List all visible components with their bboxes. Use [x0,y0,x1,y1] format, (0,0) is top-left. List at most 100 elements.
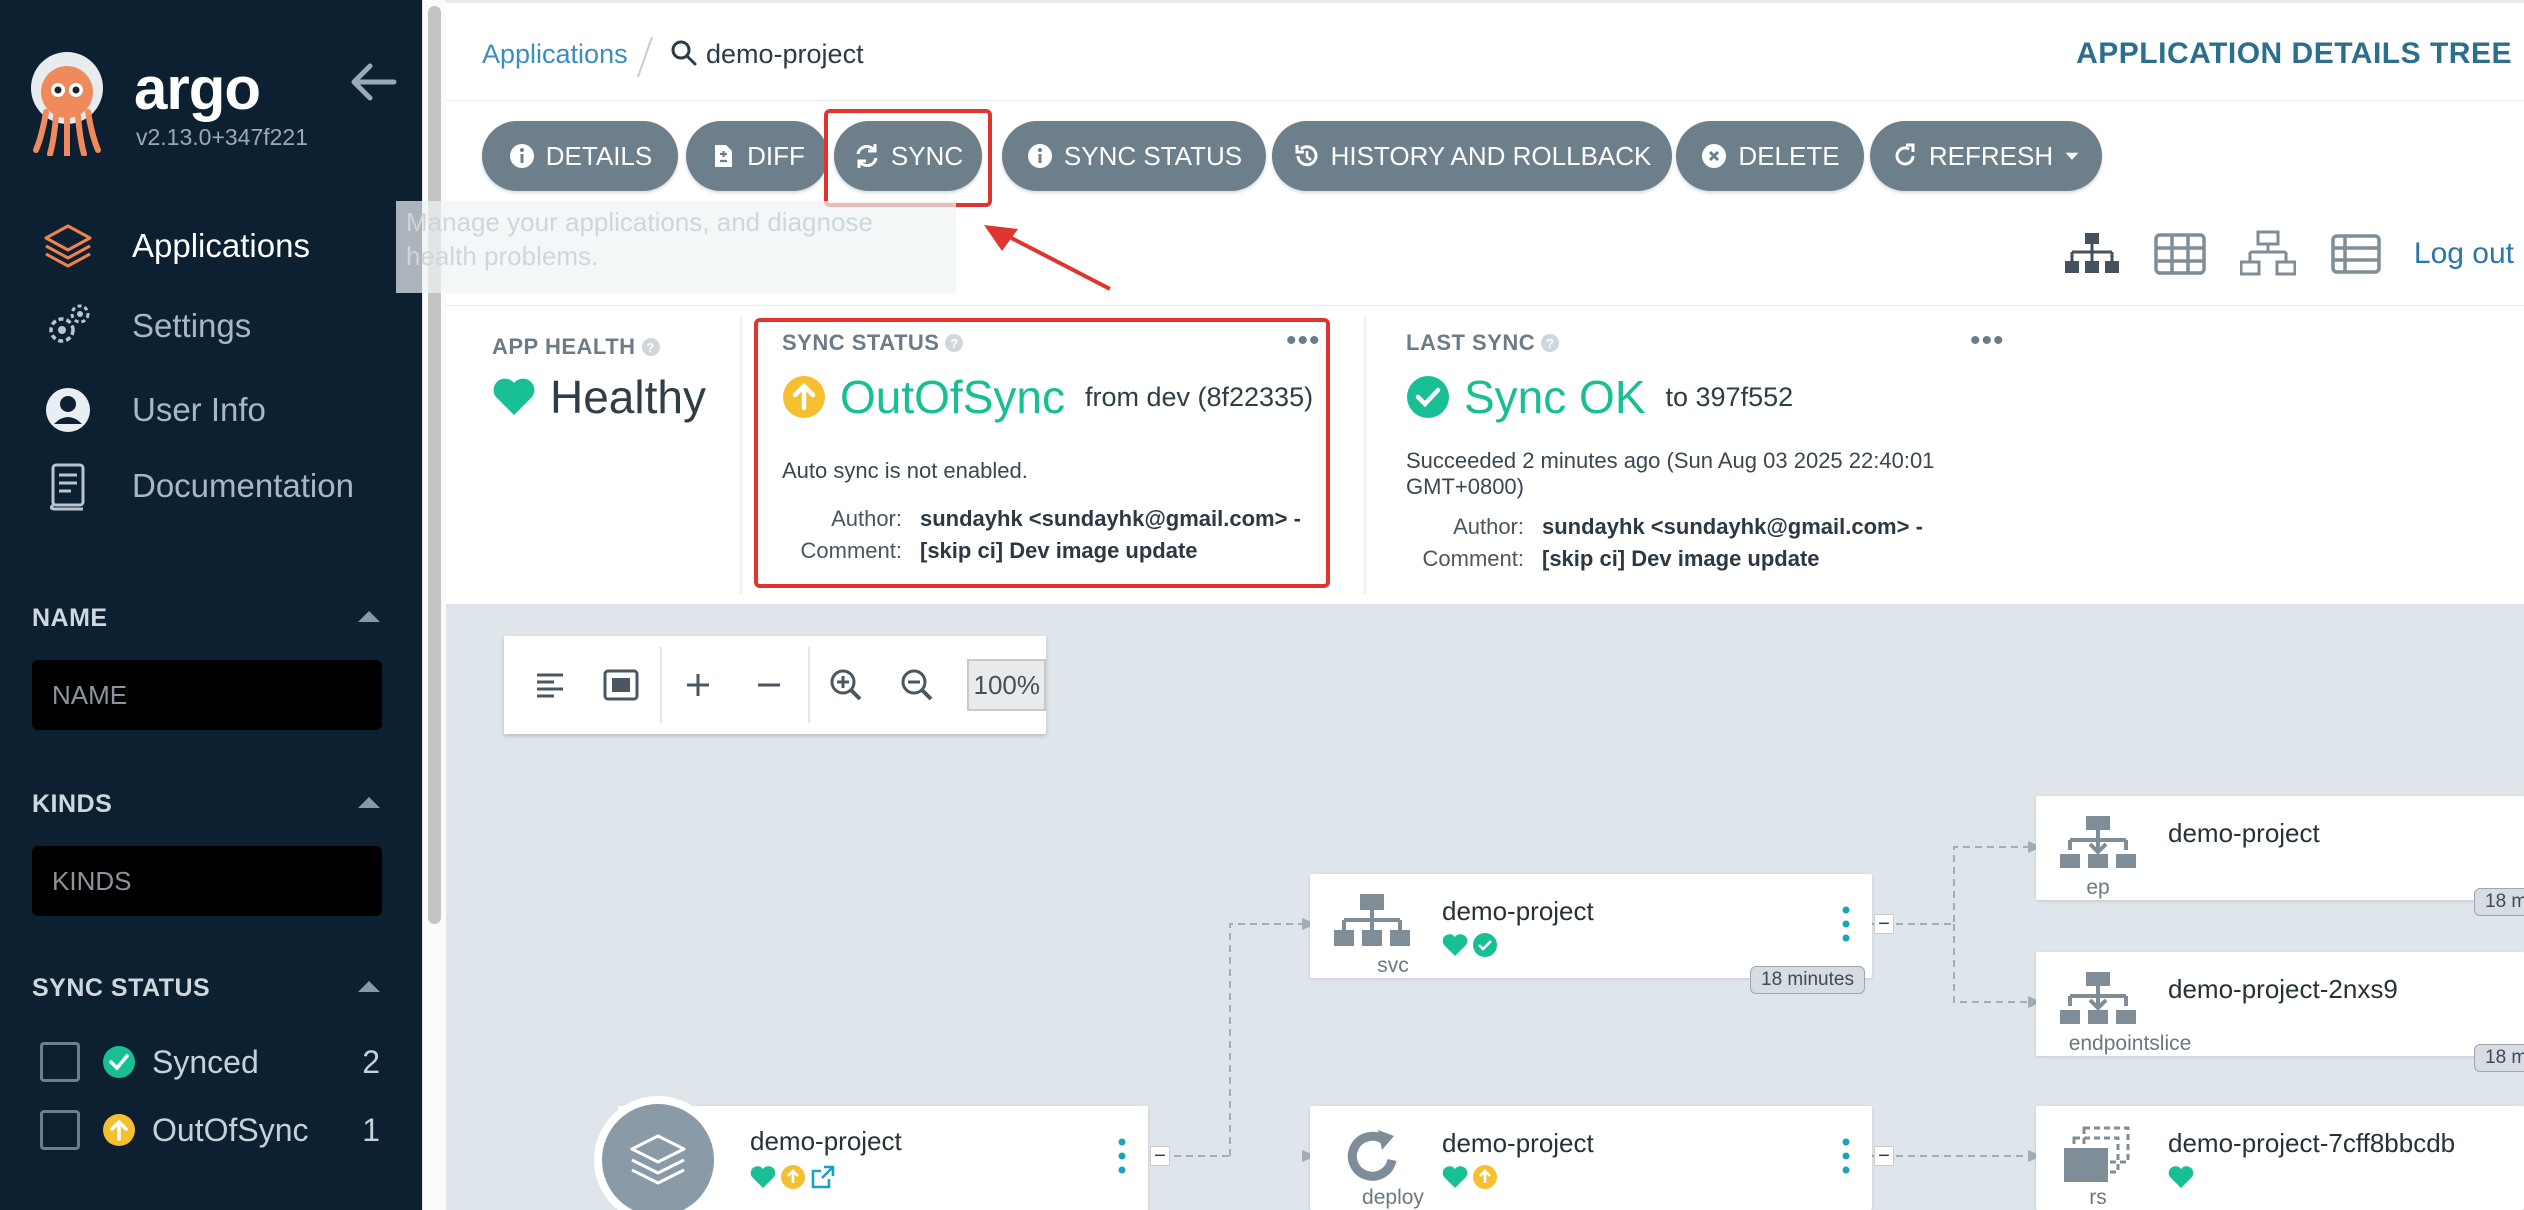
list-icon [2331,234,2381,274]
nav-documentation-label: Documentation [132,467,354,504]
argo-octopus-logo [31,52,103,156]
nav-documentation[interactable]: Documentation [40,456,400,516]
gears-icon [49,304,90,343]
tree-view-button[interactable] [2062,229,2122,279]
list-view-button[interactable] [2326,229,2386,279]
kinds-filter-input[interactable] [32,846,382,916]
node-collapse-button[interactable]: − [1150,1145,1170,1167]
sync-to-revision: to 397f552 [1665,381,1794,412]
annotation-arrow [984,225,1111,291]
filter-kinds-title: KINDS [32,790,113,818]
check-circle-icon [103,1046,135,1078]
app-root-node[interactable]: demo-project − [594,1096,1170,1210]
last-sync-title-text: LAST SYNC [1406,330,1536,355]
rs-kind: rs [2089,1186,2107,1209]
nav-user-info[interactable]: User Info [40,380,400,440]
replicaset-icon [2064,1126,2130,1182]
external-link-icon[interactable] [810,1164,836,1190]
scrollbar-thumb[interactable] [428,6,441,924]
app-health-title: APP HEALTH? [492,334,660,360]
last-sync-title: LAST SYNC? [1406,330,1560,356]
sidebar: argo v2.13.0+347f221 Applications Settin… [0,0,422,1210]
outofsync-count: 1 [362,1111,380,1148]
refresh-button[interactable]: REFRESH [1870,121,2102,191]
ep-node[interactable]: ep demo-project [2036,796,2524,900]
top-bar: Applications demo-project APPLICATION DE… [446,0,2524,100]
filter-name-title: NAME [32,604,108,632]
sitemap-icon [2064,233,2119,273]
deploy-node[interactable]: deploy demo-project − [1310,1106,1894,1210]
resource-tree-canvas[interactable]: 100% demo-project − svc demo-project − 1… [446,604,2524,1210]
filter-sync-status-title: SYNC STATUS [32,974,211,1002]
logout-link[interactable]: Log out [2414,237,2514,271]
last-sync-author-row: Author: sundayhk <sundayhk@gmail.com> - [1406,514,1923,540]
outofsync-checkbox[interactable] [40,1110,80,1150]
last-sync-more-icon[interactable]: ••• [1970,324,2005,358]
nav-applications[interactable]: Applications [40,216,400,276]
user-circle-icon [46,388,90,432]
node-menu-icon[interactable] [1842,906,1850,942]
help-icon[interactable]: ? [1541,334,1560,352]
status-panel: APP HEALTH? Healthy SYNC STATUS? ••• Out… [446,305,2524,603]
synced-count: 2 [362,1043,380,1080]
endpointslice-name: demo-project-2nxs9 [2168,974,2398,1004]
sync-status-button-label: SYNC STATUS [1063,140,1243,171]
collapse-caret-icon[interactable] [356,794,382,810]
help-icon[interactable]: ? [641,338,660,356]
rs-name: demo-project-7cff8bbcdb [2168,1128,2456,1158]
pods-view-button[interactable] [2150,229,2210,279]
node-menu-icon[interactable] [1842,1138,1850,1174]
delete-button-label: DELETE [1738,140,1840,171]
nav-settings-label: Settings [132,307,252,344]
node-menu-icon[interactable] [1118,1138,1126,1174]
outofsync-label: OutOfSync [152,1111,309,1148]
main-content: Applications demo-project APPLICATION DE… [396,0,2524,1210]
last-sync-value: Sync OK to 397f552 [1406,370,1793,424]
sidebar-scrollbar[interactable] [422,0,446,1210]
rs-node[interactable]: rs demo-project-7cff8bbcdb [2036,1106,2524,1210]
service-icon [1334,894,1410,946]
collapse-caret-icon[interactable] [356,978,382,994]
endpointslice-node[interactable]: endpointslice demo-project-2nxs9 [2036,952,2524,1056]
heart-icon [750,1166,776,1188]
breadcrumb-applications[interactable]: Applications [482,39,628,70]
history-rollback-button[interactable]: HISTORY AND ROLLBACK [1272,121,1672,191]
collapse-caret-icon[interactable] [356,608,382,624]
app-health-title-text: APP HEALTH [492,334,636,359]
breadcrumb-current: demo-project [706,39,864,69]
svc-name: demo-project [1442,896,1594,926]
svc-node[interactable]: svc demo-project − [1310,874,1894,978]
author-label: Author: [1453,514,1524,539]
name-filter-input[interactable] [32,660,382,730]
synced-label: Synced [152,1043,259,1080]
diff-button[interactable]: DIFF [686,121,828,191]
node-collapse-button[interactable]: − [1874,1145,1894,1167]
sync-status-button[interactable]: SYNC STATUS [1002,121,1266,191]
collapse-sidebar-icon[interactable] [350,60,398,104]
layers-icon [630,1134,686,1185]
nav-settings[interactable]: Settings [40,296,400,356]
nav-user-info-label: User Info [132,391,266,428]
last-sync-time: Succeeded 2 minutes ago (Sun Aug 03 2025… [1406,448,1935,499]
delete-button[interactable]: DELETE [1676,121,1864,191]
search-icon [671,40,697,66]
view-switcher: Log out [2062,229,2514,279]
node-collapse-button[interactable]: − [1874,913,1894,935]
history-rollback-button-label: HISTORY AND ROLLBACK [1330,140,1652,171]
breadcrumb-separator [637,36,653,78]
last-sync-comment: [skip ci] Dev image update [1542,546,1820,571]
heart-icon [1442,934,1468,956]
deploy-status-icons [1442,1164,1498,1190]
synced-checkbox[interactable] [40,1042,80,1082]
ep-kind: ep [2086,876,2110,899]
details-button[interactable]: DETAILS [482,121,678,191]
app-version: v2.13.0+347f221 [136,124,309,150]
network-view-button[interactable] [2238,229,2298,279]
diff-button-label: DIFF [747,140,805,171]
check-circle-icon [1407,376,1449,418]
page-title: APPLICATION DETAILS TREE [2076,37,2512,70]
arrow-up-circle-icon [103,1114,135,1146]
book-icon [49,463,85,511]
deploy-name: demo-project [1442,1128,1594,1158]
app-node-badge [594,1096,722,1210]
